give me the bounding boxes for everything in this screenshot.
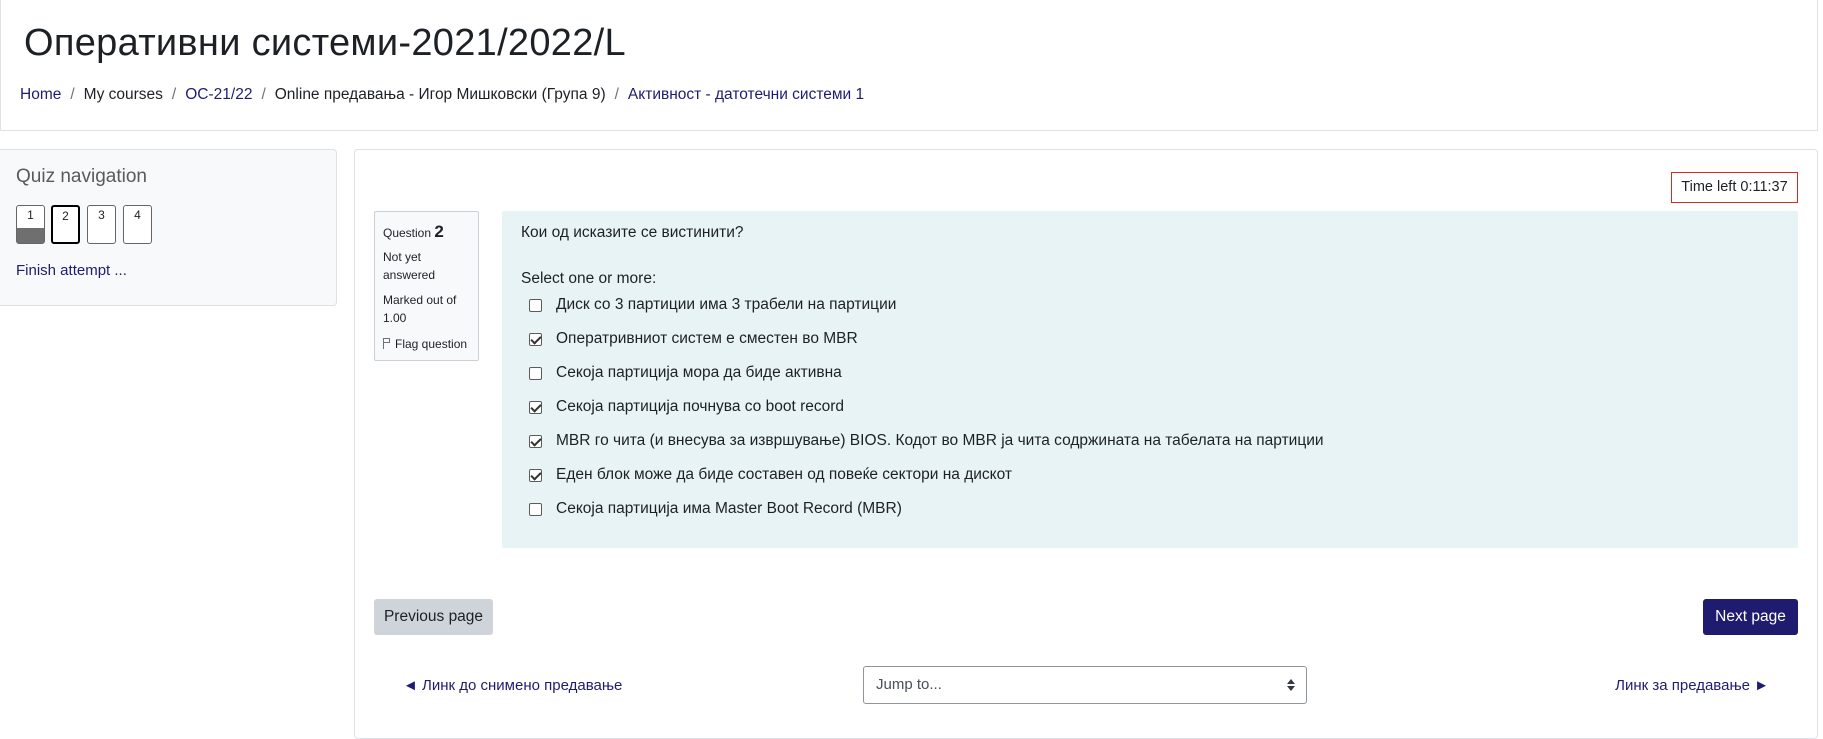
question-state: Not yet answered xyxy=(383,250,436,282)
question-grade: Marked out of 1.00 xyxy=(383,293,457,325)
question-info: Question 2 Not yet answered Marked out o… xyxy=(374,211,479,361)
flag-question-button[interactable]: Flag question xyxy=(383,337,467,351)
quiz-nav-question-1[interactable]: 1 xyxy=(16,205,45,244)
jump-to-select[interactable]: Jump to... xyxy=(863,666,1307,704)
select-arrows-icon xyxy=(1287,679,1295,691)
finish-attempt-link[interactable]: Finish attempt ... xyxy=(16,262,127,279)
page-header: Оперативни системи-2021/2022/L Home / My c… xyxy=(0,0,1818,131)
answer-checkbox[interactable] xyxy=(529,333,542,346)
answer-checkbox[interactable] xyxy=(529,469,542,482)
question-prompt: Select one or more: xyxy=(521,270,657,287)
breadcrumb-activity[interactable]: Активност - датотечни системи 1 xyxy=(628,86,864,103)
breadcrumb-section[interactable]: Online предавања - Игор Мишковски (Група… xyxy=(275,86,606,103)
breadcrumb: Home / My courses / ОС-21/22/Online предавањ… xyxy=(20,86,865,103)
quiz-nav-question-3[interactable]: 3 xyxy=(87,205,116,244)
quiz-nav-question-2[interactable]: 2 xyxy=(51,205,80,244)
quiz-nav-question-4[interactable]: 4 xyxy=(123,205,152,244)
answer-checkbox[interactable] xyxy=(529,299,542,312)
breadcrumb-my-courses[interactable]: My courses xyxy=(84,86,163,103)
answered-indicator xyxy=(17,228,44,243)
quiz-navigation-title: Quiz navigation xyxy=(16,166,147,187)
answer-checkbox[interactable] xyxy=(529,503,542,516)
breadcrumb-course[interactable]: ОС-21/22 xyxy=(185,86,252,103)
flag-icon xyxy=(383,338,391,349)
question-number: Question 2 xyxy=(383,222,444,241)
breadcrumb-home[interactable]: Home xyxy=(20,86,61,103)
answer-checkbox[interactable] xyxy=(529,367,542,380)
time-left-timer: Time left 0:11:37 xyxy=(1671,172,1798,203)
previous-activity-link[interactable]: ◄ Линк до снимено предавање xyxy=(403,677,622,694)
answer-checkbox[interactable] xyxy=(529,435,542,448)
next-page-button[interactable]: Next page xyxy=(1703,599,1798,635)
answer-checkbox[interactable] xyxy=(529,401,542,414)
next-activity-link[interactable]: Линк за предавање ► xyxy=(1615,677,1769,694)
previous-page-button[interactable]: Previous page xyxy=(374,599,493,635)
question-text: Кои од исказите се вистинити? xyxy=(521,224,744,241)
page-title: Оперативни системи-2021/2022/L xyxy=(24,22,626,64)
